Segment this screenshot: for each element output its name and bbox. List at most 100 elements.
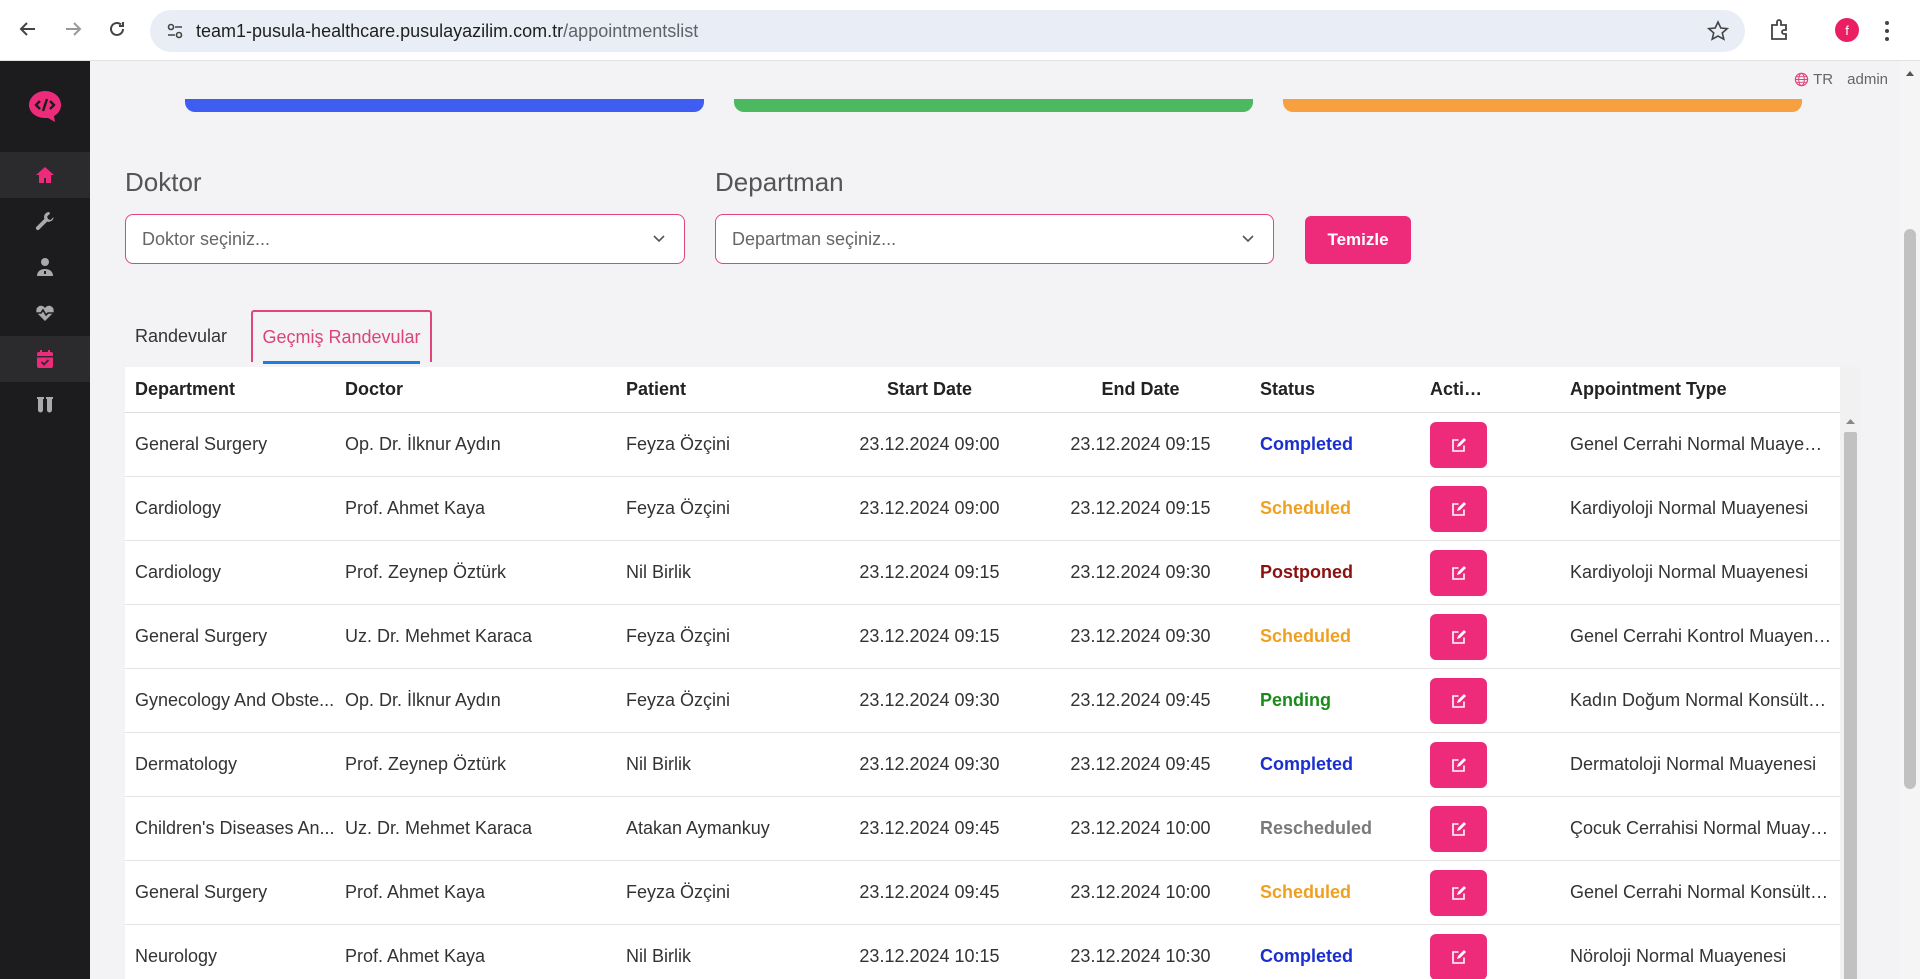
table-row: Neurology Prof. Ahmet Kaya Nil Birlik 23.12… xyxy=(125,925,1840,979)
scroll-up-arrow-icon[interactable] xyxy=(1845,417,1856,425)
table-header: Department Doctor Patient Start Date End… xyxy=(125,367,1840,413)
language-label: TR xyxy=(1813,71,1834,88)
edit-button[interactable] xyxy=(1430,869,1487,916)
header-appointment-type[interactable]: Appointment Type xyxy=(1570,379,1832,400)
edit-button[interactable] xyxy=(1430,933,1487,979)
cell-start-date: 23.12.2024 09:00 xyxy=(859,498,1000,518)
scroll-up-arrow-icon[interactable] xyxy=(1905,69,1915,77)
back-icon[interactable] xyxy=(13,14,43,44)
edit-button[interactable] xyxy=(1430,421,1487,468)
cell-status: Completed xyxy=(1260,434,1354,454)
cell-actions xyxy=(1430,613,1490,660)
doctor-select-placeholder: Doktor seçiniz... xyxy=(142,228,271,249)
cell-actions xyxy=(1430,869,1490,916)
table-scrollbar-thumb[interactable] xyxy=(1844,432,1857,979)
cell-status: Pending xyxy=(1260,690,1331,710)
summary-card-orange xyxy=(1283,99,1802,112)
cell-start-date: 23.12.2024 09:15 xyxy=(859,626,1000,646)
department-select[interactable]: Departman seçiniz... xyxy=(715,214,1274,264)
header-patient[interactable]: Patient xyxy=(626,379,846,400)
site-info-icon[interactable] xyxy=(164,20,186,42)
user-name[interactable]: admin xyxy=(1847,71,1888,88)
tab-past-appointments[interactable]: Geçmiş Randevular xyxy=(251,310,432,364)
table-row: Children's Diseases An... Uz. Dr. Mehmet … xyxy=(125,797,1840,861)
cell-department: General Surgery xyxy=(135,882,268,902)
extensions-icon[interactable] xyxy=(1767,17,1793,43)
cell-end-date: 23.12.2024 10:00 xyxy=(1070,818,1211,838)
cell-doctor: Op. Dr. İlknur Aydın xyxy=(345,690,501,710)
sidebar-item-settings[interactable] xyxy=(0,198,90,244)
header-status[interactable]: Status xyxy=(1260,379,1400,400)
appointments-table: Department Doctor Patient Start Date End… xyxy=(125,367,1861,979)
cell-appointment-type: Genel Cerrahi Normal Konsültas... xyxy=(1570,882,1832,902)
header-actions: Actions xyxy=(1430,379,1490,399)
edit-button[interactable] xyxy=(1430,549,1487,596)
cell-end-date: 23.12.2024 10:30 xyxy=(1070,946,1211,966)
cell-status: Scheduled xyxy=(1260,882,1352,902)
browser-menu-icon[interactable] xyxy=(1882,18,1892,44)
cell-appointment-type: Genel Cerrahi Normal Muayenesi xyxy=(1570,434,1832,454)
language-switcher[interactable]: TR xyxy=(1794,71,1833,88)
table-row: General Surgery Op. Dr. İlknur Aydın Feyza… xyxy=(125,413,1840,477)
summary-card-blue xyxy=(185,99,704,112)
edit-button[interactable] xyxy=(1430,677,1487,724)
cell-end-date: 23.12.2024 09:30 xyxy=(1070,562,1211,582)
cell-status: Rescheduled xyxy=(1260,818,1373,838)
browser-toolbar: team1-pusula-healthcare.pusulayazilim.co… xyxy=(0,0,1920,61)
forward-icon[interactable] xyxy=(58,14,88,44)
header-end-date[interactable]: End Date xyxy=(1053,379,1228,400)
cell-appointment-type: Nöroloji Normal Muayenesi xyxy=(1570,946,1787,966)
edit-icon xyxy=(1451,437,1466,452)
clear-filters-button[interactable]: Temizle xyxy=(1305,216,1411,264)
reload-icon[interactable] xyxy=(102,14,132,44)
edit-button[interactable] xyxy=(1430,805,1487,852)
header-start-date[interactable]: Start Date xyxy=(842,379,1017,400)
globe-icon xyxy=(1794,72,1809,87)
test-tubes-icon xyxy=(37,397,53,413)
chevron-down-icon xyxy=(653,235,665,243)
cell-actions xyxy=(1430,741,1490,788)
cell-status: Postponed xyxy=(1260,562,1353,582)
sidebar-item-health[interactable] xyxy=(0,290,90,336)
cell-doctor: Prof. Ahmet Kaya xyxy=(345,946,486,966)
main-content: TR admin Doktor Doktor seçiniz... Depart… xyxy=(90,61,1900,979)
page-scrollbar[interactable] xyxy=(1900,61,1920,979)
cell-status: Scheduled xyxy=(1260,626,1352,646)
page-scrollbar-thumb[interactable] xyxy=(1904,229,1916,789)
bookmark-star-icon[interactable] xyxy=(1706,20,1730,42)
edit-button[interactable] xyxy=(1430,741,1487,788)
sidebar-item-appointments[interactable] xyxy=(0,336,90,382)
edit-button[interactable] xyxy=(1430,485,1487,532)
cell-doctor: Prof. Zeynep Öztürk xyxy=(345,754,507,774)
table-row: Gynecology And Obste... Op. Dr. İlknur Ay… xyxy=(125,669,1840,733)
edit-icon xyxy=(1451,565,1466,580)
table-row: Dermatology Prof. Zeynep Öztürk Nil Birlik… xyxy=(125,733,1840,797)
sidebar-item-doctors[interactable] xyxy=(0,244,90,290)
address-bar[interactable]: team1-pusula-healthcare.pusulayazilim.co… xyxy=(150,10,1745,52)
profile-avatar[interactable]: f xyxy=(1835,18,1859,42)
app-logo-icon[interactable] xyxy=(26,88,64,126)
cell-doctor: Op. Dr. İlknur Aydın xyxy=(345,434,501,454)
edit-button[interactable] xyxy=(1430,613,1487,660)
department-filter-label: Departman xyxy=(715,167,844,197)
tab-appointments[interactable]: Randevular xyxy=(125,310,237,362)
cell-end-date: 23.12.2024 09:45 xyxy=(1070,754,1211,774)
sidebar-item-home[interactable] xyxy=(0,152,90,198)
header-department[interactable]: Department xyxy=(135,379,335,400)
edit-icon xyxy=(1451,757,1466,772)
cell-patient: Nil Birlik xyxy=(626,562,691,582)
edit-icon xyxy=(1451,821,1466,836)
cell-department: Cardiology xyxy=(135,498,222,518)
sidebar-item-lab[interactable] xyxy=(0,382,90,428)
wrench-icon xyxy=(35,212,54,231)
cell-doctor: Uz. Dr. Mehmet Karaca xyxy=(345,818,533,838)
doctor-icon xyxy=(37,258,53,276)
cell-actions xyxy=(1430,933,1490,979)
table-row: Cardiology Prof. Zeynep Öztürk Nil Birlik 2… xyxy=(125,541,1840,605)
cell-start-date: 23.12.2024 09:15 xyxy=(859,562,1000,582)
table-scrollbar[interactable] xyxy=(1840,367,1861,979)
doctor-select[interactable]: Doktor seçiniz... xyxy=(125,214,685,264)
cell-doctor: Prof. Ahmet Kaya xyxy=(345,882,486,902)
header-doctor[interactable]: Doctor xyxy=(345,379,615,400)
cell-end-date: 23.12.2024 10:00 xyxy=(1070,882,1211,902)
